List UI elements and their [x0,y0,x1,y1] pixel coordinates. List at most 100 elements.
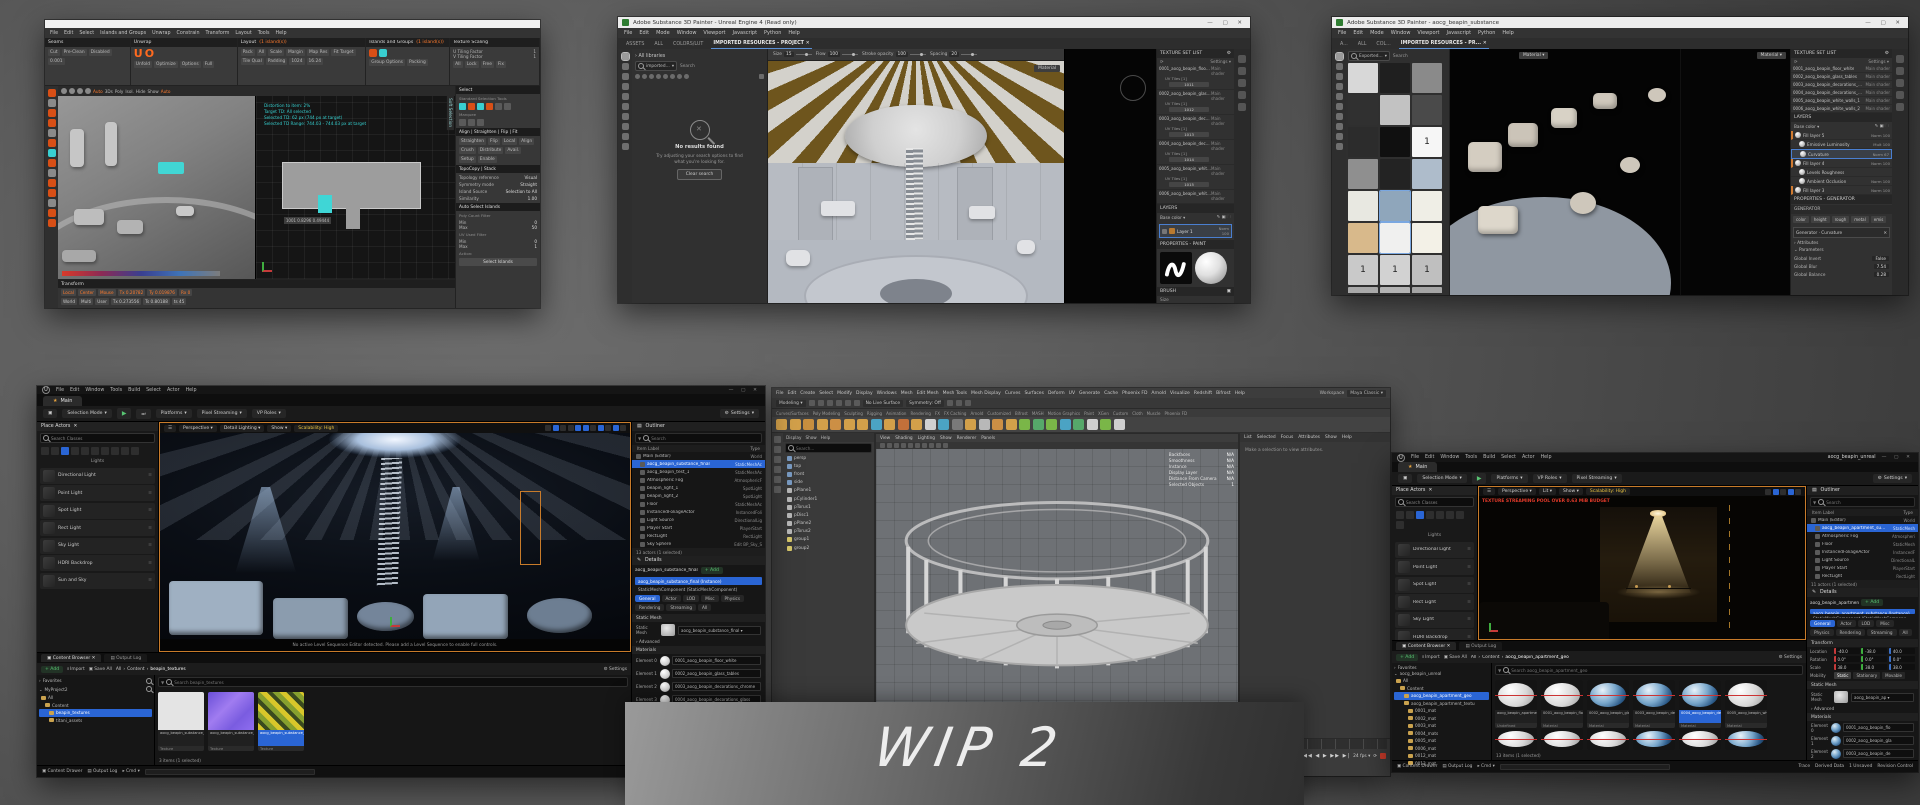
outliner-search[interactable]: ▼ Search [1810,497,1915,507]
viewport-toolbar-icon[interactable] [597,425,604,431]
tool-icon[interactable] [47,99,56,107]
material-element-row[interactable]: Element 1 0002_aocg_beapin_glass_tables [632,667,765,680]
sp-3d-viewport[interactable]: Material [768,61,1064,303]
drag-handle-icon[interactable]: ≡ [148,491,152,496]
clone-tool-icon[interactable] [621,103,629,110]
param-slider[interactable] [795,52,812,56]
panel-menu-item[interactable]: Shading [895,436,912,441]
details-tab[interactable]: ✎ Details [1807,588,1918,597]
transform-row[interactable]: Location -40.0 -38.0 40.0 [1807,647,1918,655]
seams-option[interactable]: Disabled [88,49,112,56]
statusbar-item[interactable]: 1 Unsaved [1849,764,1872,769]
filter-icon[interactable] [649,74,654,79]
platforms-dropdown[interactable]: Platforms ▾ [155,409,192,418]
import-button[interactable]: ⭳ Import [67,665,85,673]
unwrap-option[interactable]: Full [202,61,215,68]
unwrap-option[interactable]: Unfold [133,61,153,68]
asset-card[interactable] [1725,727,1767,750]
outliner-row[interactable]: Main (Editor) World [1807,516,1918,524]
select-tool-icon[interactable] [774,436,781,443]
shelf-tab[interactable]: Poly Modeling [813,411,841,416]
category-icon[interactable] [1396,521,1404,529]
static-mesh-section[interactable]: Static Mesh [1807,681,1918,689]
tree-item[interactable]: beapin_textures [39,709,152,717]
status-icon[interactable] [826,400,833,406]
texture-set-icon[interactable] [1238,103,1246,111]
outliner-row[interactable]: InstancedFoliageActor InstancedF [1807,548,1918,556]
transform-field[interactable]: Mouse [97,289,116,296]
cb-settings-button[interactable]: ⚙ Settings [1779,655,1802,660]
category-icon[interactable] [91,447,99,455]
ae-menu-item[interactable]: Attributes [1298,435,1320,440]
sp-2d-viewport[interactable] [1064,49,1156,303]
param-row[interactable]: Global Balance 0.28 [1791,270,1892,278]
menu-item[interactable]: Bifrost [1216,391,1231,396]
topo-value[interactable]: Straight [520,182,537,187]
texscale-button[interactable]: Lock [464,61,479,68]
asset-card[interactable] [1541,727,1583,750]
tree-item[interactable]: 0005_mat [1394,737,1489,745]
panel-title[interactable]: Select [456,86,540,94]
tool-icon[interactable] [47,119,56,127]
layer-row[interactable]: Levels Roughness [1791,168,1892,177]
asset-card[interactable]: 0003_aocg_beapin_decorations_chrome Mate… [1633,680,1675,728]
viewport-icon[interactable] [908,443,913,448]
transform-row[interactable]: Rotation 0.0° 0.0° 0.0° [1807,655,1918,663]
shelf-thumbnail[interactable]: 1 [1348,255,1378,285]
level-tab[interactable]: ★ Main [43,396,83,406]
settings-icon[interactable] [1335,143,1343,150]
channel-chip[interactable]: metal [1851,216,1869,223]
details-tab-chip[interactable]: Actor [661,595,681,602]
layout-option[interactable]: Pack [240,49,255,56]
cb-search-input[interactable]: ▼ Search aocg_beapin_apartment_geo [1495,665,1803,675]
shelf-tab[interactable]: FX Caching [944,411,966,416]
place-actor-item[interactable]: Spot Light ≡ [40,502,155,519]
menu-item[interactable]: Display [856,391,873,396]
console-input[interactable] [1499,763,1670,770]
transform-field[interactable]: Ts 0.80188 [143,298,170,305]
place-actors-search[interactable]: Search Classes [1395,497,1474,507]
drag-handle-icon[interactable]: ≡ [1467,635,1471,640]
shelf-thumbnail[interactable] [1412,191,1442,221]
unwrap-option[interactable]: Optimize [154,61,178,68]
outliner-row[interactable]: Sky Sphere Edit BP_Sky_S [632,540,765,548]
transform-field[interactable]: Local [61,289,76,296]
param-row[interactable]: Global Invert False [1791,254,1892,262]
shelf-thumbnail[interactable] [1348,63,1378,93]
shelf-tab[interactable]: MASH [1032,411,1044,416]
category-icon-lights[interactable] [61,447,69,455]
shelf-tool-icon[interactable] [1005,419,1017,430]
unreal-logo-icon[interactable]: U [42,386,50,394]
scalability-badge[interactable]: Scalability: High [294,424,339,432]
titlebar[interactable]: Adobe Substance 3D Painter - aocg_beapin… [1332,17,1908,28]
tool-icon[interactable] [47,189,56,197]
select-tool-icon[interactable] [486,103,493,110]
transform-field[interactable]: Multi [79,298,94,305]
settings-dropdown[interactable]: ⚙ Settings ▾ [719,409,759,418]
details-tab-chip[interactable]: LOD [682,595,700,602]
outliner-item[interactable]: pCylinder1 [783,495,874,503]
path-tool-icon[interactable] [1335,133,1343,140]
ae-menu-item[interactable]: Help [1342,435,1352,440]
fps-dropdown[interactable]: 24 fps ▾ [1353,754,1370,759]
asset-card[interactable]: 0004_aocg_beapin_decorations_glass Mater… [1679,680,1721,728]
save-icon[interactable]: ▣ [43,409,58,418]
shelf-tab[interactable]: Motion Graphics [1048,411,1081,416]
statusbar-item[interactable]: Derived Data [1815,764,1844,769]
details-instance-row[interactable]: aocg_beapin_substance_final (Instance) [635,577,762,585]
menu-item[interactable]: Generate [1079,391,1100,396]
tool-icon[interactable] [47,199,56,207]
shelf-tool-icon[interactable] [1100,419,1111,430]
menu-item[interactable]: Python [764,30,781,36]
category-icon[interactable] [121,447,129,455]
projection-tool-icon[interactable] [1335,73,1343,80]
drag-handle-icon[interactable]: ≡ [148,543,152,548]
place-actors-search[interactable]: Search Classes [40,433,155,443]
material-element-row[interactable]: Element 0 0001_aocg_beapin_floor_white [632,654,765,667]
details-tab-chip[interactable]: All [1898,629,1912,636]
menu-item[interactable]: Edit [1425,455,1434,460]
material-mode-chip[interactable]: Material ▾ [1756,52,1786,59]
shelf-thumbnail[interactable]: 2 [1380,287,1410,293]
texture-set[interactable]: 0006_aocg_beapin_white_walls_2Main shade… [1157,190,1234,204]
layout-option[interactable]: Fit Target [331,49,356,56]
